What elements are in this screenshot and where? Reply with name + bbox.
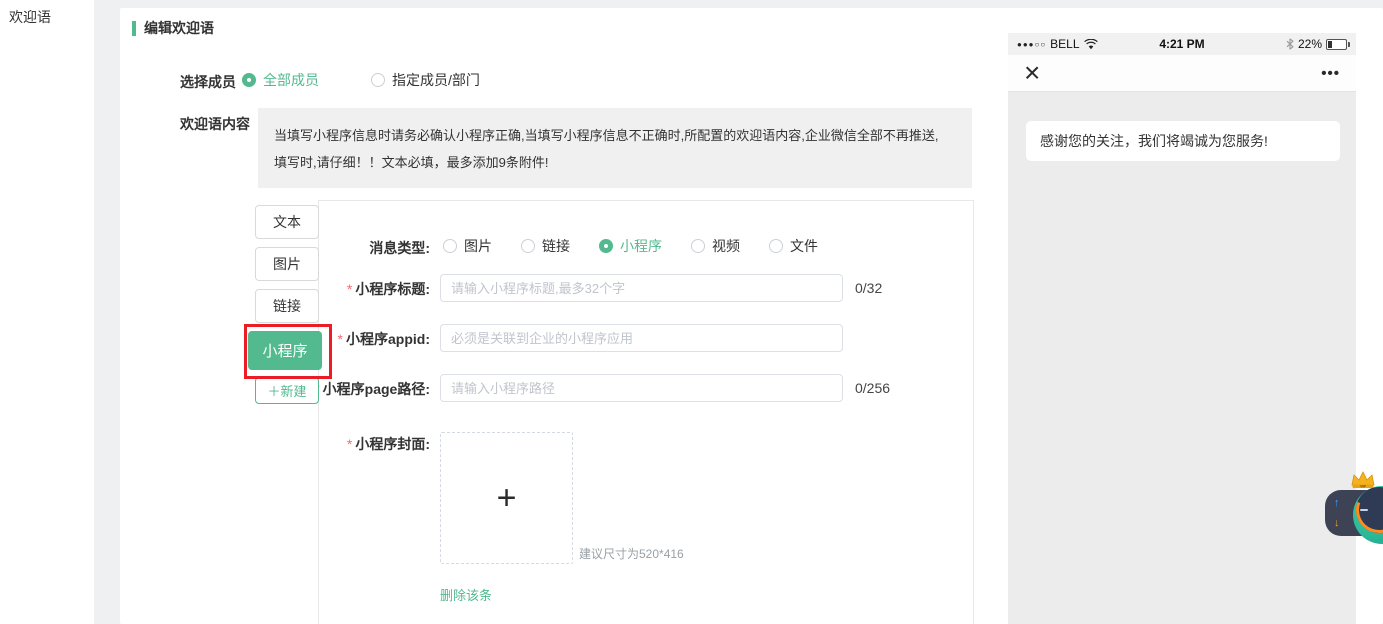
- more-menu-icon[interactable]: •••: [1321, 65, 1340, 82]
- tab-image[interactable]: 图片: [255, 247, 319, 281]
- radio-type-miniprogram[interactable]: 小程序: [599, 236, 662, 256]
- pagepath-char-counter: 0/256: [855, 380, 890, 396]
- upload-arrow-icon: ↑: [1334, 497, 1340, 509]
- radio-type-link-label: 链接: [542, 236, 570, 256]
- sidebar: 欢迎语: [0, 0, 94, 624]
- radio-type-file[interactable]: 文件: [769, 236, 818, 256]
- cover-size-hint: 建议尺寸为520*416: [579, 545, 684, 562]
- plus-icon: +: [497, 481, 517, 515]
- tab-miniprogram[interactable]: 小程序: [248, 331, 322, 370]
- required-asterisk: *: [347, 436, 352, 452]
- delete-attachment-link[interactable]: 删除该条: [440, 585, 492, 604]
- cover-upload-box[interactable]: +: [440, 432, 573, 564]
- miniprogram-title-input[interactable]: [440, 274, 843, 302]
- sidebar-item-welcome-message[interactable]: 欢迎语: [0, 0, 94, 27]
- radio-type-image[interactable]: 图片: [443, 236, 492, 256]
- floating-ball-handle: [1360, 509, 1368, 511]
- tab-link[interactable]: 链接: [255, 289, 319, 323]
- radio-specified-members[interactable]: 指定成员/部门: [371, 70, 480, 90]
- miniprogram-pagepath-input[interactable]: [440, 374, 843, 402]
- radio-type-video-label: 视频: [712, 236, 740, 256]
- signal-strength-icon: ●●●○○: [1017, 40, 1046, 49]
- section-accent-bar: [132, 21, 136, 36]
- radio-type-link[interactable]: 链接: [521, 236, 570, 256]
- required-asterisk: *: [347, 281, 352, 297]
- bluetooth-icon: [1286, 38, 1294, 50]
- battery-icon: [1326, 39, 1347, 50]
- screen: 欢迎语 编辑欢迎语 选择成员 全部成员 指定成员/部门 欢迎语内容 当填写小程序…: [0, 0, 1383, 624]
- page-title: 编辑欢迎语: [144, 18, 214, 38]
- carrier-label: BELL: [1050, 37, 1079, 51]
- radio-unchecked-icon: [443, 239, 457, 253]
- tab-text[interactable]: 文本: [255, 205, 319, 239]
- radio-type-video[interactable]: 视频: [691, 236, 740, 256]
- miniprogram-cover-label: *小程序封面:: [230, 434, 430, 454]
- notice-line-2: 填写时,请仔细！！文本必填，最多添加9条附件!: [274, 149, 956, 176]
- section-header: 编辑欢迎语: [132, 18, 214, 38]
- radio-type-file-label: 文件: [790, 236, 818, 256]
- radio-all-members[interactable]: 全部成员: [242, 70, 319, 90]
- radio-checked-icon: [242, 73, 256, 87]
- radio-unchecked-icon: [691, 239, 705, 253]
- download-arrow-icon: ↓: [1334, 517, 1340, 529]
- radio-all-members-label: 全部成员: [263, 70, 319, 90]
- miniprogram-appid-input[interactable]: [440, 324, 843, 352]
- vip-crown-icon: VIP: [1350, 471, 1376, 490]
- notice-box: 当填写小程序信息时请务必确认小程序正确,当填写小程序信息不正确时,所配置的欢迎语…: [258, 108, 972, 188]
- wifi-icon: [1084, 39, 1098, 50]
- radio-unchecked-icon: [521, 239, 535, 253]
- status-right: 22%: [1227, 37, 1347, 51]
- radio-specified-members-label: 指定成员/部门: [392, 70, 480, 90]
- member-select-radio-group: 全部成员 指定成员/部门: [242, 70, 480, 90]
- radio-unchecked-icon: [769, 239, 783, 253]
- svg-text:VIP: VIP: [1360, 485, 1366, 489]
- member-select-label: 选择成员: [180, 72, 236, 92]
- phone-nav-bar: × •••: [1008, 55, 1356, 92]
- radio-type-image-label: 图片: [464, 236, 492, 256]
- battery-percent-label: 22%: [1298, 37, 1322, 51]
- chat-area: 感谢您的关注，我们将竭诚为您服务!: [1008, 92, 1356, 624]
- required-asterisk: *: [338, 331, 343, 347]
- welcome-message-bubble: 感谢您的关注，我们将竭诚为您服务!: [1026, 121, 1340, 161]
- close-icon[interactable]: ×: [1024, 59, 1040, 87]
- main-card: 编辑欢迎语 选择成员 全部成员 指定成员/部门 欢迎语内容 当填写小程序信息时请…: [120, 8, 1383, 624]
- message-type-radio-group: 图片 链接 小程序 视频 文件: [443, 236, 818, 256]
- notice-line-1: 当填写小程序信息时请务必确认小程序正确,当填写小程序信息不正确时,所配置的欢迎语…: [274, 122, 956, 149]
- welcome-content-label: 欢迎语内容: [180, 114, 250, 134]
- radio-unchecked-icon: [371, 73, 385, 87]
- radio-type-miniprogram-label: 小程序: [620, 236, 662, 256]
- phone-status-bar: ●●●○○ BELL 4:21 PM 22%: [1008, 33, 1356, 55]
- radio-checked-icon: [599, 239, 613, 253]
- add-new-attachment-button[interactable]: ＋新建: [255, 377, 319, 404]
- clock-label: 4:21 PM: [1137, 37, 1227, 51]
- status-left: ●●●○○ BELL: [1017, 37, 1137, 51]
- phone-preview: ●●●○○ BELL 4:21 PM 22%: [1008, 33, 1356, 624]
- title-char-counter: 0/32: [855, 280, 882, 296]
